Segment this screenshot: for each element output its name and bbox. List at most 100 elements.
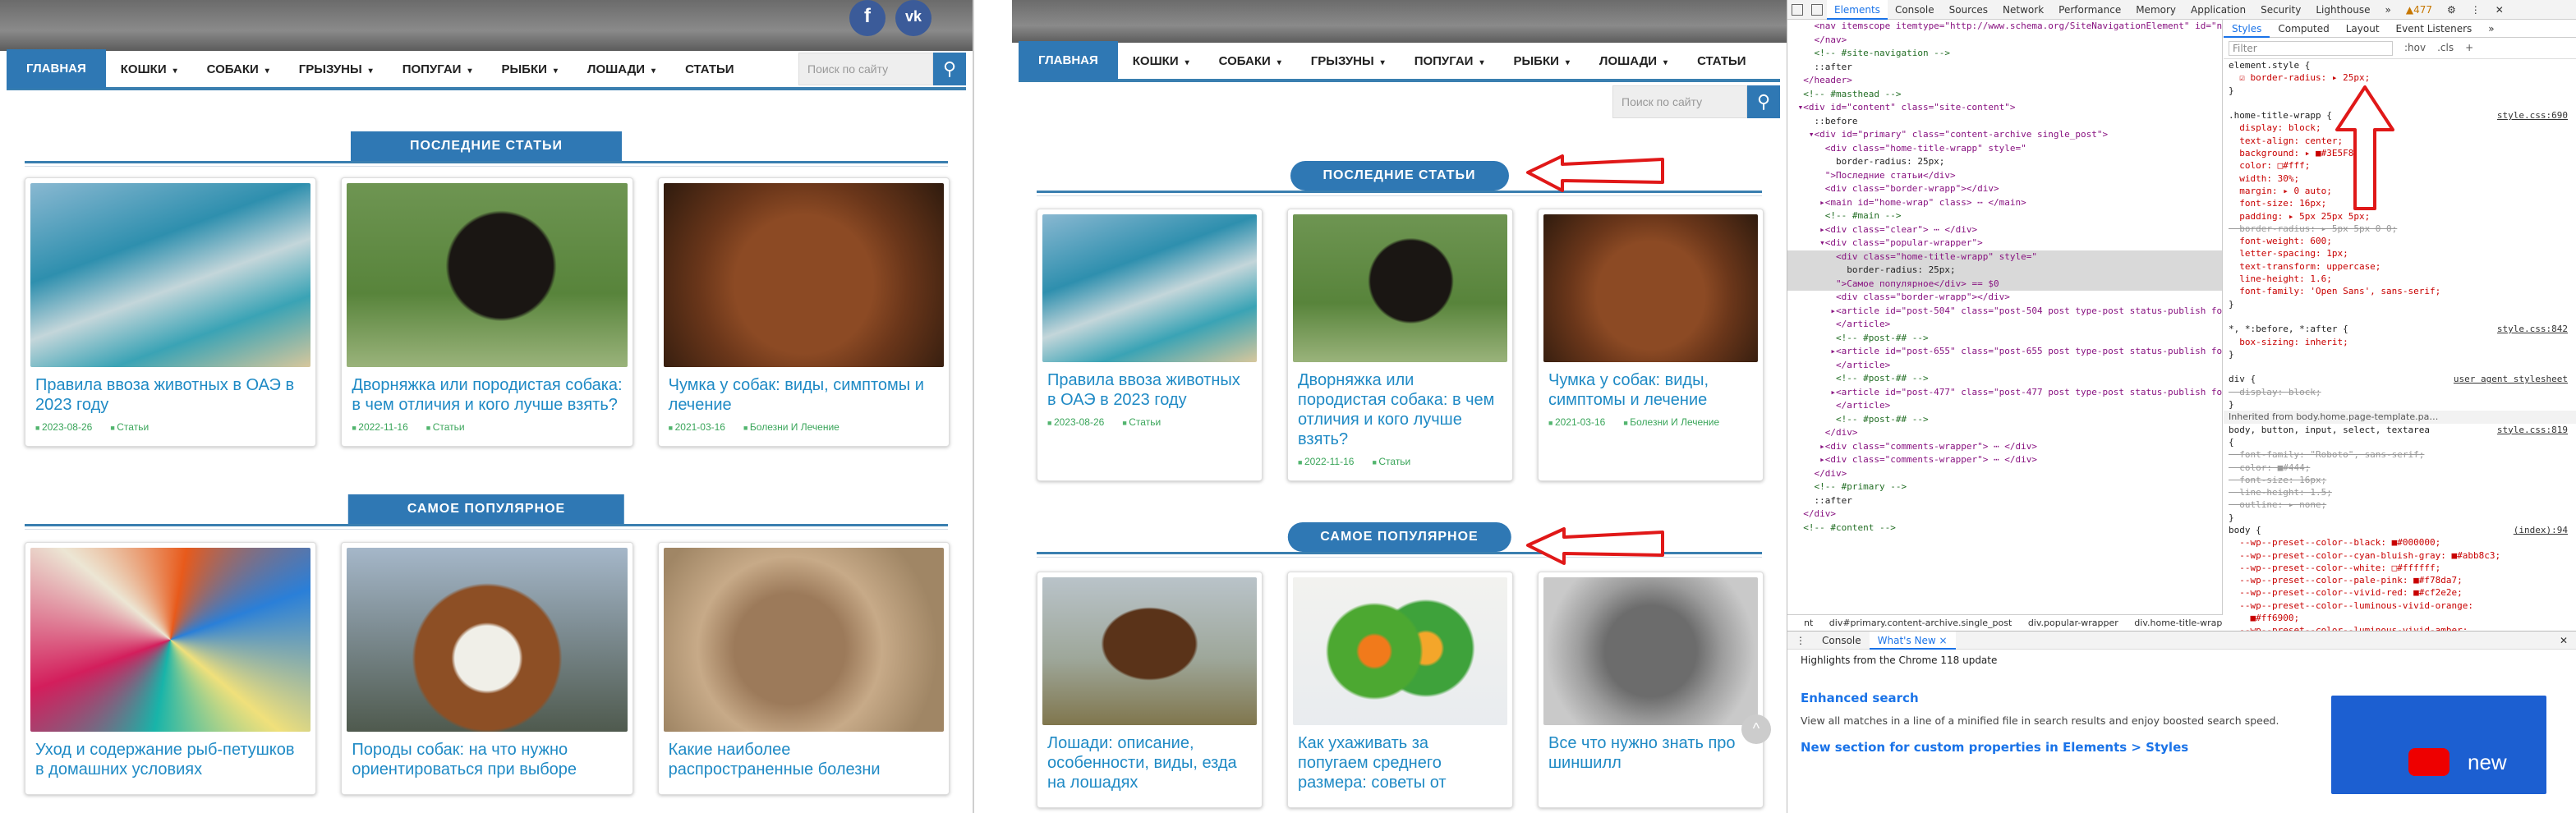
style-rule-line[interactable]: --wp--preset--color--pale-pink: ■#f78da7… [2224,574,2576,586]
post-thumbnail[interactable] [1293,214,1507,362]
inherited-header[interactable]: Inherited from body.home.page-template.p… [2224,411,2576,424]
nav-home[interactable]: ГЛАВНАЯ [7,49,106,89]
post-category[interactable]: Статьи [1122,416,1161,428]
nav-item-articles[interactable]: СТАТЬИ [670,62,749,76]
dom-node-line[interactable]: </div> [1787,426,2222,440]
post-title[interactable]: Правила ввоза животных в ОАЭ в 2023 году [35,375,306,415]
post-card[interactable]: Чумка у собак: виды, симптомы и лечение … [1538,209,1764,481]
dom-node-line[interactable]: <!-- #masthead --> [1787,88,2222,102]
style-rule-line[interactable]: } [2224,398,2576,411]
dom-node-line[interactable]: </article> [1787,359,2222,373]
post-thumbnail[interactable] [30,183,311,367]
dom-node-line[interactable]: border-radius: 25px; [1787,155,2222,169]
style-rule-line[interactable]: ■#ff6900; [2224,612,2576,624]
styles-filter-input[interactable]: Filter [2229,40,2393,56]
post-thumbnail[interactable] [1543,577,1758,725]
style-rule-line[interactable]: color: □#fff; [2224,159,2576,172]
style-rule-line[interactable]: font-weight: 600; [2224,235,2576,247]
tab-performance[interactable]: Performance [2051,0,2128,20]
tab-styles[interactable]: Styles [2224,20,2270,38]
style-rule-line[interactable]: font-size: 16px; [2224,197,2576,209]
search-icon[interactable]: ⚲ [1747,85,1780,118]
post-title[interactable]: Лошади: описание, особенности, виды, езд… [1047,733,1252,792]
post-thumbnail[interactable] [1543,214,1758,362]
breadcrumb-item[interactable]: div.popular-wrapper [2028,618,2118,628]
scroll-top-button[interactable]: ^ [1741,714,1771,744]
facebook-icon[interactable]: f [849,0,886,36]
dom-node-line[interactable]: <div class="home-title-wrapp" style=" [1787,250,2222,264]
style-rule-line[interactable]: text-transform: uppercase; [2224,260,2576,273]
style-rule-line[interactable]: display: block; [2224,386,2576,398]
dom-node-line[interactable]: <!-- #post-## --> [1787,332,2222,346]
post-card[interactable]: Все что нужно знать про шиншилл [1538,572,1764,808]
stylesheet-link[interactable]: style.css:819 [2497,424,2568,436]
tab-more[interactable]: » [2378,0,2399,20]
style-rule-line[interactable]: width: 30%; [2224,172,2576,185]
style-rule-line[interactable]: } [2224,298,2576,310]
post-card[interactable]: Дворняжка или породистая собака: в чем о… [341,177,633,447]
style-rule-line[interactable]: outline: ▸ none; [2224,498,2576,511]
tab-event-listeners[interactable]: Event Listeners [2388,20,2481,38]
dom-node-line[interactable]: ▾<div class="popular-wrapper"> [1787,237,2222,250]
dom-node-line[interactable]: ▸<div class="comments-wrapper"> ⋯ </div> [1787,440,2222,454]
post-card[interactable]: Как ухаживать за попугаем среднего разме… [1287,572,1513,808]
style-rule-line[interactable]: padding: ▸ 5px 25px 5px; [2224,210,2576,223]
style-rule-line[interactable]: --wp--preset--color--white: □#ffffff; [2224,562,2576,574]
nav-item-cats[interactable]: КОШКИ ▾ [1118,54,1204,68]
style-rule-line[interactable]: line-height: 1.5; [2224,486,2576,498]
dom-node-line[interactable]: <!-- #primary --> [1787,480,2222,494]
style-rule-line[interactable]: line-height: 1.6; [2224,273,2576,285]
dom-node-line[interactable]: <div class="border-wrapp"></div> [1787,182,2222,196]
dom-node-line[interactable]: </nav> [1787,34,2222,48]
dom-node-line[interactable]: ::after [1787,494,2222,508]
post-title[interactable]: Все что нужно знать про шиншилл [1548,733,1753,773]
nav-item-articles[interactable]: СТАТЬИ [1682,54,1761,68]
stylesheet-link[interactable]: (index):94 [2514,524,2568,536]
post-card[interactable]: Уход и содержание рыб-петушков в домашни… [25,542,317,795]
nav-home[interactable]: ГЛАВНАЯ [1019,41,1118,80]
dom-node-line[interactable]: ▾<div id="primary" class="content-archiv… [1787,128,2222,142]
style-rule-line[interactable]: .home-title-wrapp {style.css:690 [2224,109,2576,122]
dom-node-line[interactable]: <nav itemscope itemtype="http://www.sche… [1787,20,2222,34]
device-toolbar-icon[interactable] [1811,3,1823,16]
style-rule-line[interactable]: border-radius: ▸ 5px 5px 0 0; [2224,223,2576,235]
vk-icon[interactable]: vk [895,0,932,36]
tab-more[interactable]: » [2480,20,2502,38]
dom-node-line[interactable]: ▸<article id="post-477" class="post-477 … [1787,386,2222,400]
tab-lighthouse[interactable]: Lighthouse [2308,0,2377,20]
search-icon[interactable]: ⚲ [933,53,966,85]
play-icon[interactable] [2408,748,2450,776]
drawer-tab-console[interactable]: Console [1814,632,1870,650]
nav-item-dogs[interactable]: СОБАКИ ▾ [1204,54,1296,68]
post-category[interactable]: Болезни И Лечение [743,421,840,433]
post-thumbnail[interactable] [347,183,628,367]
style-rule-line[interactable]: font-family: 'Open Sans', sans-serif; [2224,285,2576,297]
style-rule-line[interactable]: color: ■#444; [2224,462,2576,474]
post-card[interactable]: Какие наиболее распространенные болезни [657,542,950,795]
post-thumbnail[interactable] [347,548,628,732]
style-rule-line[interactable]: *, *:before, *:after {style.css:842 [2224,323,2576,335]
post-title[interactable]: Какие наиболее распространенные болезни [669,740,939,779]
post-card[interactable]: Чумка у собак: виды, симптомы и лечение … [657,177,950,447]
nav-item-cats[interactable]: КОШКИ ▾ [106,62,192,76]
nav-item-fish[interactable]: РЫБКИ ▾ [1498,54,1584,68]
nav-item-fish[interactable]: РЫБКИ ▾ [486,62,572,76]
post-card[interactable]: Дворняжка или породистая собака: в чем о… [1287,209,1513,481]
drawer-menu-icon[interactable]: ⋮ [1787,632,1814,650]
post-title[interactable]: Правила ввоза животных в ОАЭ в 2023 году [1047,370,1252,410]
post-title[interactable]: Дворняжка или породистая собака: в чем о… [1298,370,1502,449]
dom-node-line[interactable]: <!-- #content --> [1787,521,2222,535]
close-icon[interactable]: ✕ [2551,632,2576,650]
tab-memory[interactable]: Memory [2128,0,2183,20]
more-options-icon[interactable]: ⋮ [2463,0,2488,20]
post-thumbnail[interactable] [663,548,944,732]
style-rule-line[interactable]: body, button, input, select, textarea sty… [2224,424,2576,436]
post-card[interactable]: Породы собак: на что нужно ориентировать… [341,542,633,795]
post-title[interactable]: Чумка у собак: виды, симптомы и лечение [669,375,939,415]
nav-item-horses[interactable]: ЛОШАДИ ▾ [1585,54,1682,68]
tab-network[interactable]: Network [1995,0,2051,20]
nav-item-parrots[interactable]: ПОПУГАИ ▾ [1400,54,1499,68]
dom-node-line[interactable]: <!-- #post-## --> [1787,372,2222,386]
warnings-badge[interactable]: ▲477 [2399,0,2440,20]
video-thumbnail[interactable]: new [2331,696,2546,794]
